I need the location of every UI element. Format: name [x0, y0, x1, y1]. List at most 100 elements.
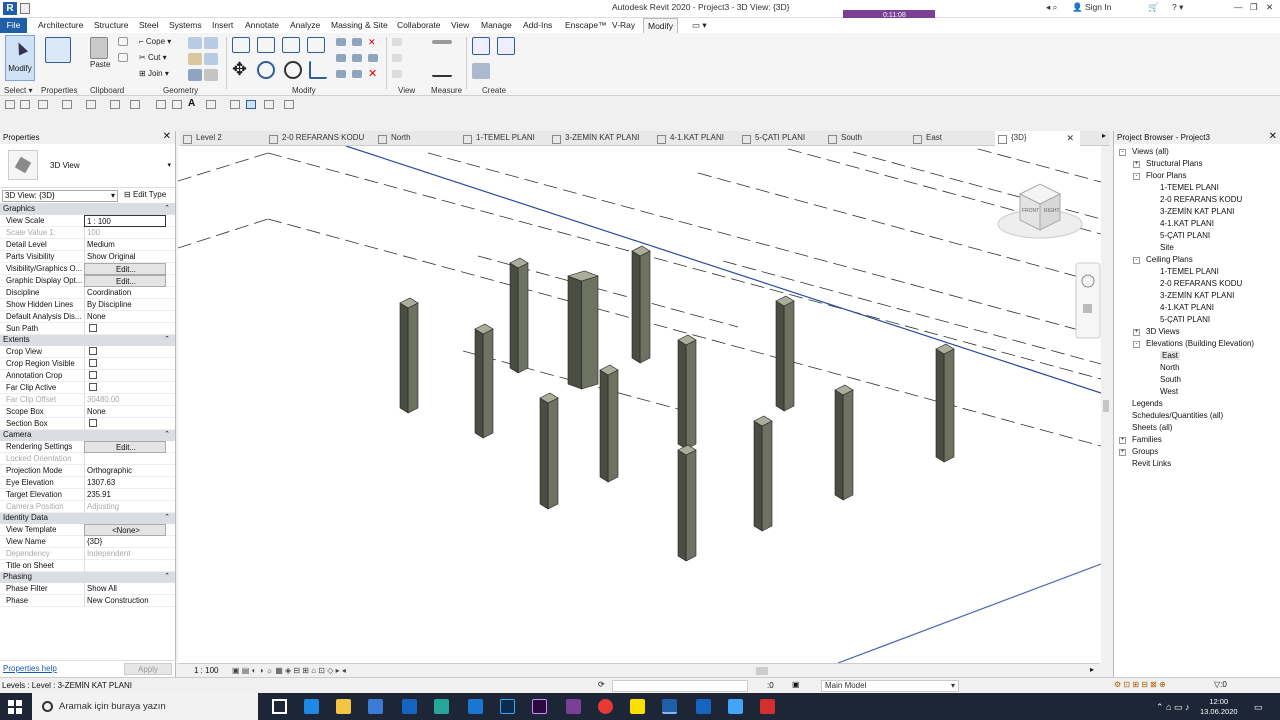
tab-north[interactable]: North	[375, 131, 411, 146]
section-graphics[interactable]: Graphics ⌃	[0, 204, 175, 215]
browser-node[interactable]: 4-1.KAT PLANI	[1160, 303, 1214, 312]
chrome-icon[interactable]	[598, 699, 613, 714]
structural-column[interactable]	[834, 384, 854, 501]
restore-button[interactable]: ❐	[1250, 2, 1258, 13]
property-value[interactable]: Coordination	[84, 287, 166, 299]
property-value[interactable]: None	[84, 406, 166, 418]
thin-lines-icon[interactable]	[246, 100, 256, 109]
menu-manage[interactable]: Manage	[481, 20, 512, 30]
sync-icon[interactable]	[38, 100, 48, 109]
browser-node[interactable]: Views (all)	[1132, 147, 1169, 156]
menu-file[interactable]: File	[0, 18, 27, 33]
tray-icons[interactable]: ⌃ ⌂ ▭ ♪	[1156, 702, 1189, 713]
viewcube[interactable]: FRONT RIGHT	[997, 183, 1083, 239]
create-assembly-icon[interactable]	[472, 37, 490, 55]
expand-icon[interactable]: +	[1119, 449, 1126, 456]
task-view-icon[interactable]	[272, 699, 287, 714]
sign-in-link[interactable]: 👤 Sign In	[1072, 2, 1111, 13]
help-icon[interactable]: ? ▾	[1172, 2, 1183, 13]
property-value[interactable]: 1 : 100	[84, 215, 166, 227]
browser-node[interactable]: Site	[1160, 243, 1174, 252]
checkbox[interactable]	[89, 347, 97, 355]
app-icon[interactable]	[468, 699, 483, 714]
wall-joins-icon[interactable]	[188, 69, 202, 81]
cut-button[interactable]: ✂ Cut ▾	[139, 53, 167, 62]
demolish-icon[interactable]	[204, 69, 218, 81]
clock[interactable]: 12:00 13.06.2020	[1200, 697, 1238, 717]
structural-column[interactable]	[399, 297, 419, 414]
3d-view-canvas[interactable]: FRONT RIGHT	[178, 146, 1101, 663]
taskbar-search[interactable]: Aramak için buraya yazın	[32, 693, 258, 720]
browser-node[interactable]: 3-ZEMİN KAT PLANI	[1160, 291, 1234, 300]
offset-icon[interactable]	[257, 37, 275, 53]
close-icon[interactable]: ✕	[163, 131, 171, 142]
recorder-icon[interactable]	[566, 699, 581, 714]
app-icon[interactable]	[728, 699, 743, 714]
browser-node[interactable]: 3-ZEMİN KAT PLANI	[1160, 207, 1234, 216]
move-icon[interactable]: ✥	[232, 60, 250, 79]
tab-temel-plani[interactable]: 1-TEMEL PLANI	[460, 131, 535, 146]
unpin-icon[interactable]: ✕	[368, 38, 378, 47]
windows-start-icon[interactable]	[8, 700, 22, 714]
close-window-button[interactable]: ✕	[1266, 2, 1273, 13]
panel-select[interactable]: Select ▾	[4, 86, 32, 95]
browser-node[interactable]: 2-0 REFARANS KODU	[1160, 279, 1242, 288]
structural-column[interactable]	[631, 245, 651, 364]
tab-east[interactable]: East	[910, 131, 942, 146]
collapse-icon[interactable]: -	[1133, 257, 1140, 264]
measure-icon[interactable]	[130, 100, 140, 109]
expand-icon[interactable]: +	[1133, 161, 1140, 168]
menu-insert[interactable]: Insert	[212, 20, 233, 30]
browser-node[interactable]: 1-TEMEL PLANI	[1160, 267, 1219, 276]
view-tool-icon[interactable]	[392, 38, 402, 46]
browser-node[interactable]: North	[1160, 363, 1180, 372]
view-control-icons[interactable]: ▣ ▤ ◐ ◑ ☼ ▦ ◈ ⊟ ⊞ ⌂ ⊡ ◇ ▸ ◂	[232, 666, 346, 675]
browser-node[interactable]: Elevations (Building Elevation)	[1146, 339, 1254, 348]
search-icon[interactable]: ◂ ⌕	[1046, 2, 1057, 13]
array-icon[interactable]	[336, 54, 346, 62]
create-group-icon[interactable]	[472, 63, 490, 79]
store-icon[interactable]	[368, 699, 383, 714]
open-icon[interactable]	[20, 3, 30, 14]
mail-icon[interactable]	[402, 699, 417, 714]
panel-toggle-icon[interactable]: ▭ ▾	[692, 20, 707, 31]
undo-icon[interactable]	[62, 100, 72, 109]
tab-cati-plani[interactable]: 5-ÇATI PLANI	[739, 131, 805, 146]
browser-node[interactable]: Structural Plans	[1146, 159, 1202, 168]
save-icon[interactable]	[20, 100, 30, 109]
structural-column[interactable]	[539, 392, 559, 510]
property-value[interactable]: Show All	[84, 583, 166, 595]
structural-column[interactable]	[677, 334, 697, 450]
menu-structure[interactable]: Structure	[94, 20, 129, 30]
menu-modify[interactable]: Modify	[643, 18, 679, 33]
navigation-bar[interactable]	[1075, 262, 1101, 339]
apply-button[interactable]: Apply	[124, 663, 172, 675]
measure-icon[interactable]	[432, 40, 452, 44]
property-value[interactable]: 235.91	[84, 489, 166, 501]
property-value[interactable]	[84, 346, 166, 358]
horizontal-scrollbar[interactable]	[756, 667, 768, 675]
property-value[interactable]: {3D}	[84, 536, 166, 548]
switch-windows-icon[interactable]	[284, 100, 294, 109]
menu-steel[interactable]: Steel	[139, 20, 158, 30]
browser-node[interactable]: Floor Plans	[1146, 171, 1186, 180]
property-value[interactable]	[84, 358, 166, 370]
rotate-icon[interactable]	[284, 61, 302, 79]
close-hidden-icon[interactable]	[264, 100, 274, 109]
menu-systems[interactable]: Systems	[169, 20, 202, 30]
menu-add-ins[interactable]: Add-Ins	[523, 20, 552, 30]
menu-massing-site[interactable]: Massing & Site	[331, 20, 388, 30]
browser-node[interactable]: Families	[1132, 435, 1162, 444]
browser-node[interactable]: Groups	[1132, 447, 1158, 456]
property-value[interactable]	[84, 418, 166, 430]
menu-architecture[interactable]: Architecture	[38, 20, 83, 30]
property-value[interactable]: Medium	[84, 239, 166, 251]
geometry-tool-icon[interactable]	[188, 37, 202, 49]
worksharing-icon[interactable]: ⟳	[598, 680, 605, 689]
checkbox[interactable]	[89, 324, 97, 332]
create-parts-icon[interactable]	[497, 37, 515, 55]
property-value[interactable]: Edit...	[84, 441, 166, 453]
properties-icon[interactable]	[45, 37, 71, 63]
menu-enscape[interactable]: Enscape™	[565, 20, 607, 30]
menu-analyze[interactable]: Analyze	[290, 20, 320, 30]
